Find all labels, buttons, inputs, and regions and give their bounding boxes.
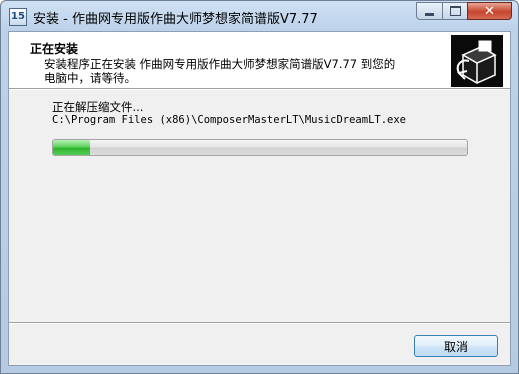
close-icon: ✕ [484,3,495,19]
install-progress-bar [52,139,468,156]
title-bar[interactable]: 15 安装 - 作曲网专用版作曲大师梦想家简谱版V7.77 ✕ [1,1,518,31]
page-description: 安装程序正在安装 作曲网专用版作曲大师梦想家简谱版V7.77 到您的电脑中，请等… [44,57,396,85]
status-label: 正在解压缩文件... [52,100,144,114]
dialog-client-area: 正在安装 安装程序正在安装 作曲网专用版作曲大师梦想家简谱版V7.77 到您的电… [8,31,511,366]
current-file-path: C:\Program Files (x86)\ComposerMasterLT\… [52,114,407,126]
footer-divider [9,322,510,324]
cancel-button[interactable]: 取消 [414,335,498,357]
header-panel: 正在安装 安装程序正在安装 作曲网专用版作曲大师梦想家简谱版V7.77 到您的电… [9,32,510,88]
minimize-button[interactable] [416,2,443,20]
window-title: 安装 - 作曲网专用版作曲大师梦想家简谱版V7.77 [33,12,318,27]
installer-computer-icon [451,35,503,87]
page-title: 正在安装 [30,42,79,56]
progress-fill [53,140,91,155]
maximize-icon [449,6,461,16]
close-button[interactable]: ✕ [467,2,512,20]
caption-buttons: ✕ [416,2,512,21]
installer-window: 15 安装 - 作曲网专用版作曲大师梦想家简谱版V7.77 ✕ 正在安装 安装程… [0,0,519,374]
minimize-icon [425,12,434,16]
header-divider [9,88,510,90]
maximize-button[interactable] [442,2,468,20]
app-icon[interactable]: 15 [9,8,27,26]
